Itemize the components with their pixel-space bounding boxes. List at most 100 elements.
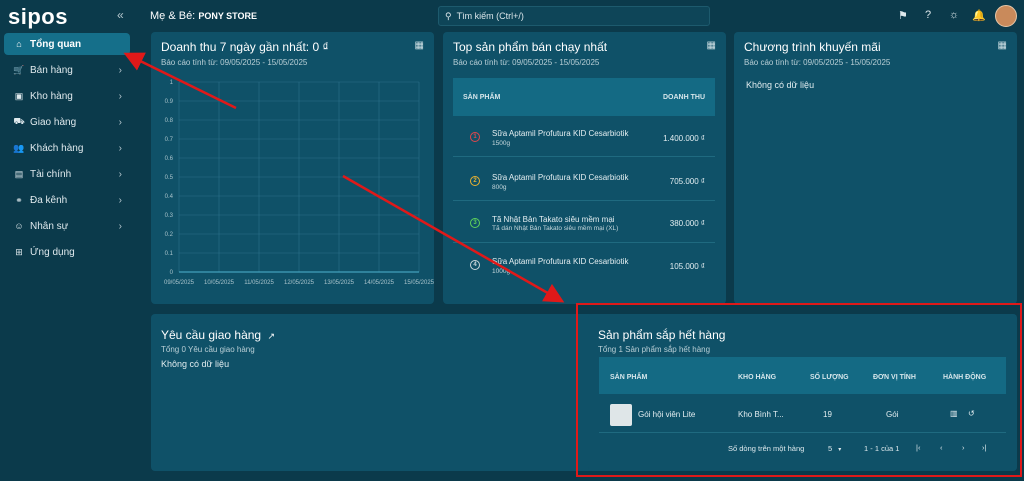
chevron-right-icon: › [118, 142, 122, 154]
store-prefix: Mẹ & Bé: [150, 10, 196, 22]
chevron-right-icon: › [118, 194, 122, 206]
product-revenue: 705.000 ₫ [669, 177, 705, 186]
product-revenue: 1.400.000 ₫ [663, 134, 705, 143]
card-title: Top sản phẩm bán chạy nhất [453, 40, 608, 54]
divider [453, 200, 715, 201]
search-placeholder: Tìm kiếm (Ctrl+/) [456, 11, 524, 21]
y-tick-label: 0.5 [165, 175, 174, 181]
y-tick-label: 0.8 [165, 118, 174, 124]
revenue-card: Doanh thu 7 ngày gần nhất: 0 ₫ Báo cáo t… [151, 32, 434, 304]
multichannel-icon: ⚭ [15, 194, 23, 205]
theme-sun-icon[interactable]: ☼ [949, 9, 959, 21]
sidebar-item-ung-dung[interactable]: ⊞ Ứng dụng [4, 241, 130, 263]
search-input[interactable]: ⚲ Tìm kiếm (Ctrl+/) [438, 6, 710, 26]
sidebar-item-label: Đa kênh [30, 194, 68, 206]
sidebar-item-label: Tổng quan [30, 38, 82, 50]
product-revenue: 105.000 ₫ [669, 262, 705, 271]
x-tick-label: 11/05/2025 [244, 280, 274, 286]
empty-state: Không có dữ liệu [746, 80, 815, 90]
divider [453, 156, 715, 157]
promotions-card: Chương trình khuyến mãi Báo cáo tính từ:… [734, 32, 1017, 304]
card-subtitle: Báo cáo tính từ: 09/05/2025 - 15/05/2025 [453, 58, 600, 67]
product-variant: Tã dán Nhật Bản Takato siêu mềm mại (XL) [492, 225, 619, 232]
x-tick-label: 09/05/2025 [164, 280, 195, 286]
col-product: SẢN PHẨM [463, 94, 501, 101]
y-tick-label: 0.1 [165, 251, 174, 257]
sidebar-item-da-kenh[interactable]: ⚭ Đa kênh › [4, 189, 130, 211]
product-variant: 1500g [492, 140, 511, 147]
sidebar-item-label: Tài chính [30, 168, 72, 180]
sidebar-item-label: Nhân sự [30, 220, 69, 232]
product-revenue: 380.000 ₫ [669, 219, 705, 228]
sidebar-item-tai-chinh[interactable]: ▤ Tài chính › [4, 163, 130, 185]
sidebar-item-label: Kho hàng [30, 90, 73, 102]
chevron-right-icon: › [118, 220, 122, 232]
rank-badge: 4 [470, 260, 480, 270]
divider [453, 242, 715, 243]
users-icon: 👥 [13, 142, 25, 153]
card-subtitle: Báo cáo tính từ: 09/05/2025 - 15/05/2025 [161, 58, 308, 67]
product-variant: 800g [492, 184, 507, 191]
sidebar-item-giao-hang[interactable]: ⛟ Giao hàng › [4, 111, 130, 133]
annotation-highlight-box [576, 303, 1022, 477]
y-tick-label: 0 [170, 270, 174, 276]
delivery-title: Yêu cầu giao hàng [161, 328, 262, 342]
search-icon: ⚲ [445, 10, 452, 21]
product-name: Tã Nhật Bản Takato siêu mềm mại [492, 215, 615, 224]
product-name: Sữa Aptamil Profutura KID Cesarbiotik [492, 173, 629, 182]
empty-state: Không có dữ liệu [161, 359, 230, 369]
app-logo[interactable]: sipos [8, 4, 68, 30]
chevron-right-icon: › [118, 64, 122, 76]
top-products-card: Top sản phẩm bán chạy nhất Báo cáo tính … [443, 32, 726, 304]
card-title: Yêu cầu giao hàng ↗ [161, 328, 275, 342]
box-icon: ▣ [14, 90, 24, 101]
col-revenue: DOANH THU [663, 94, 705, 101]
y-tick-label: 0.6 [165, 156, 174, 162]
report-icon[interactable]: ▦ [998, 40, 1007, 51]
double-chevron-left-icon[interactable]: « [117, 8, 124, 22]
bell-icon[interactable]: 🔔 [972, 9, 986, 22]
avatar[interactable] [995, 5, 1017, 27]
sidebar: sipos « ⌂ Tổng quan 🛒 Bán hàng › ▣ Kho h… [0, 0, 138, 481]
chevron-right-icon: › [118, 168, 122, 180]
truck-icon: ⛟ [13, 116, 25, 126]
product-name: Sữa Aptamil Profutura KID Cesarbiotik [492, 129, 629, 138]
sidebar-item-label: Giao hàng [30, 116, 77, 128]
report-icon[interactable]: ▦ [707, 40, 716, 51]
sidebar-item-khach-hang[interactable]: 👥 Khách hàng › [4, 137, 130, 159]
share-icon[interactable]: ↗ [267, 331, 275, 341]
rank-badge: 2 [470, 176, 480, 186]
y-tick-label: 0.3 [165, 213, 174, 219]
card-subtitle: Báo cáo tính từ: 09/05/2025 - 15/05/2025 [744, 58, 891, 67]
y-tick-label: 0.2 [165, 232, 174, 238]
rank-badge: 3 [470, 218, 480, 228]
cart-icon: 🛒 [13, 64, 25, 75]
rank-badge: 1 [470, 132, 480, 142]
sidebar-item-tong-quan[interactable]: ⌂ Tổng quan [4, 33, 130, 55]
staff-icon: ☺ [14, 221, 24, 231]
sidebar-item-nhan-su[interactable]: ☺ Nhân sự › [4, 215, 130, 237]
y-tick-label: 1 [170, 80, 174, 86]
revenue-chart: 1 0.9 0.8 0.7 0.6 0.5 0.4 0.3 0.2 0.1 0 09/05/2025 1… [164, 80, 434, 286]
store-title: Mẹ & Bé: PONY STORE [150, 10, 257, 22]
x-tick-label: 10/05/2025 [204, 280, 235, 286]
chevron-right-icon: › [118, 90, 122, 102]
sidebar-item-ban-hang[interactable]: 🛒 Bán hàng › [4, 59, 130, 81]
sidebar-item-kho-hang[interactable]: ▣ Kho hàng › [4, 85, 130, 107]
finance-icon: ▤ [14, 168, 24, 179]
y-tick-label: 0.9 [165, 99, 174, 105]
store-name: PONY STORE [198, 11, 257, 21]
card-subtitle: Tổng 0 Yêu cầu giao hàng [161, 345, 255, 354]
apps-icon: ⊞ [15, 246, 23, 257]
report-icon[interactable]: ▦ [415, 40, 424, 51]
help-icon[interactable]: ? [925, 9, 931, 21]
card-title: Doanh thu 7 ngày gần nhất: 0 ₫ [161, 40, 329, 54]
sidebar-item-label: Ứng dụng [30, 246, 75, 258]
shortcut-icon[interactable]: ⚑ [898, 9, 908, 22]
y-tick-label: 0.7 [165, 137, 174, 143]
product-variant: 1000g [492, 268, 511, 275]
x-tick-label: 12/05/2025 [284, 280, 315, 286]
top-bar: Mẹ & Bé: PONY STORE ⚲ Tìm kiếm (Ctrl+/) … [138, 0, 1024, 32]
home-icon: ⌂ [16, 39, 22, 49]
y-tick-label: 0.4 [165, 194, 174, 200]
